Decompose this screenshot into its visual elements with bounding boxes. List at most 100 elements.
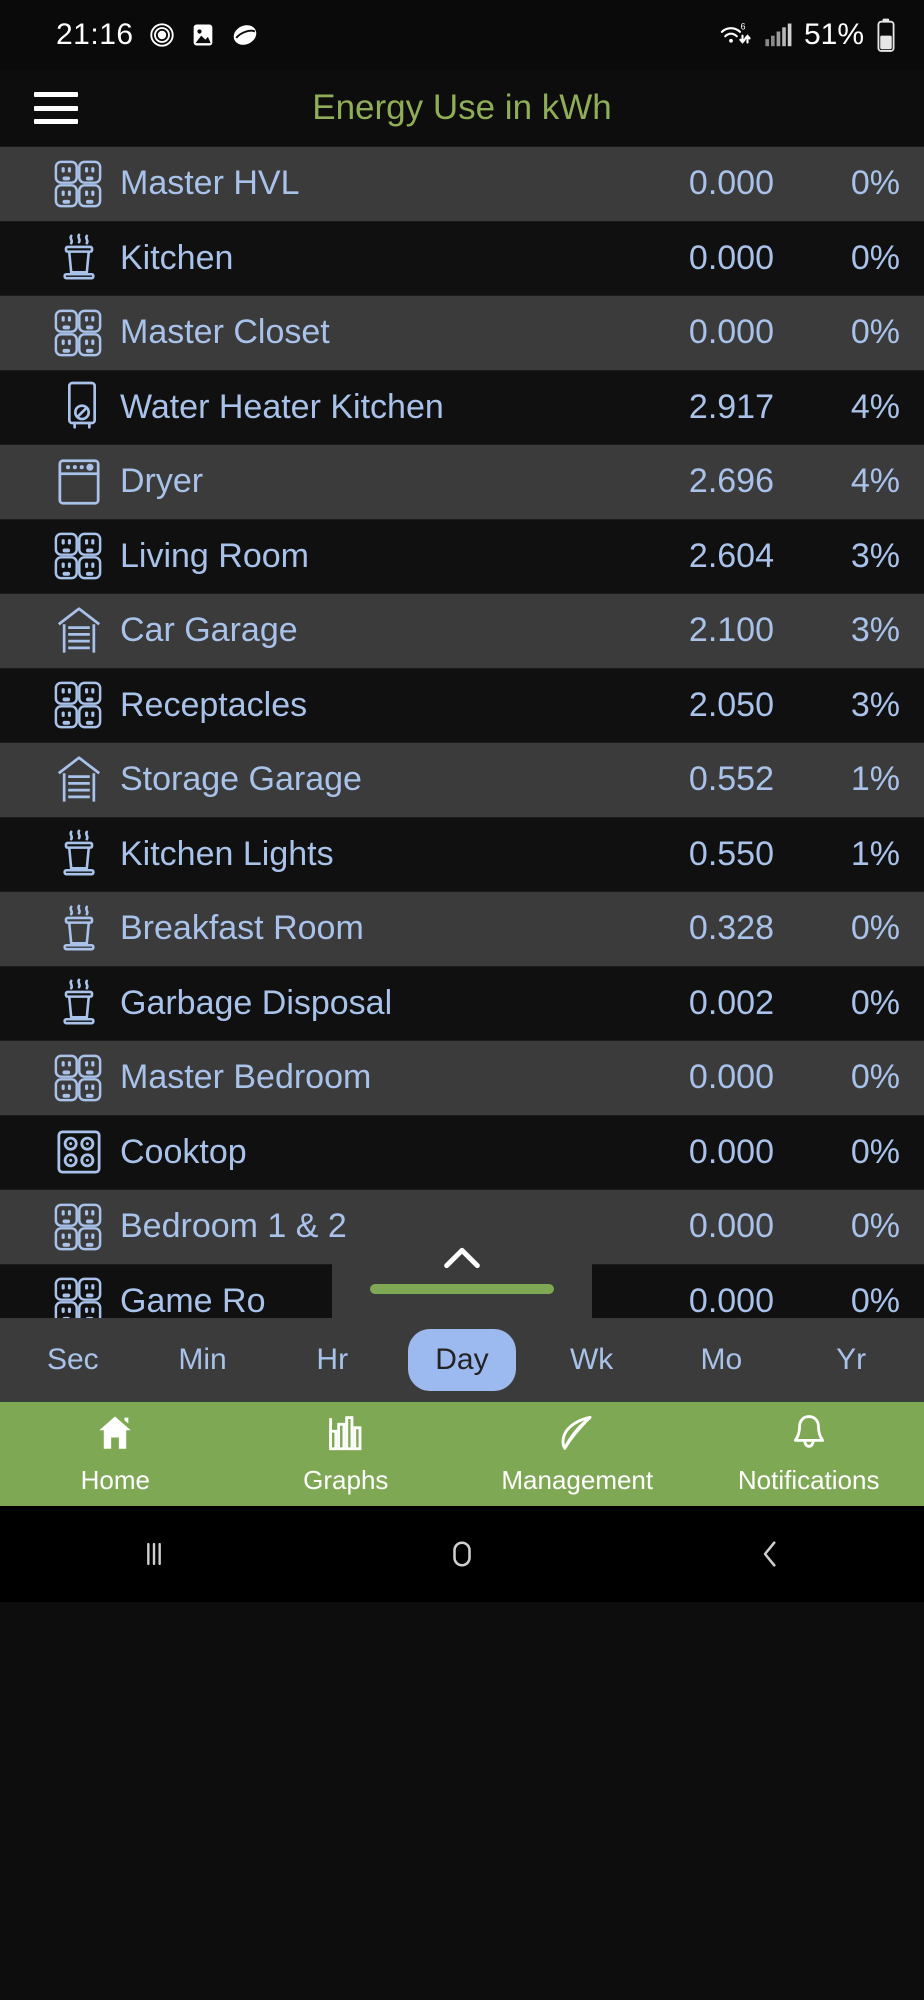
- row-percent: 0%: [850, 1132, 900, 1171]
- table-row[interactable]: Cooktop 0.000 0%: [0, 1114, 924, 1189]
- nav-item-label: Management: [501, 1465, 654, 1495]
- table-row[interactable]: Breakfast Room 0.328 0%: [0, 891, 924, 966]
- garage-icon: [0, 604, 120, 658]
- table-row[interactable]: Receptacles 2.050 3%: [0, 667, 924, 742]
- status-bar: 21:16 6 51%: [0, 0, 924, 70]
- period-option-sec[interactable]: Sec: [19, 1329, 127, 1391]
- row-value: 0.000: [688, 313, 774, 352]
- bar-chart-icon: [325, 1412, 367, 1459]
- photo-icon: [190, 21, 216, 49]
- nav-item-management[interactable]: Management: [501, 1412, 653, 1496]
- drag-handle[interactable]: [332, 1238, 592, 1318]
- chevron-up-icon[interactable]: [439, 1242, 485, 1278]
- table-row[interactable]: Master Closet 0.000 0%: [0, 295, 924, 370]
- period-option-yr[interactable]: Yr: [797, 1329, 905, 1391]
- row-label: Master Bedroom: [120, 1058, 372, 1097]
- battery-icon: [876, 18, 896, 52]
- hamburger-bar-2: [34, 105, 78, 111]
- table-row[interactable]: Storage Garage 0.552 1%: [0, 742, 924, 817]
- steam-pot-icon: [0, 828, 120, 880]
- water-heater-icon: [0, 379, 120, 435]
- row-percent: 0%: [850, 164, 900, 203]
- row-value: 2.050: [688, 685, 774, 724]
- quad-outlet-icon: [0, 1275, 120, 1318]
- row-value: 0.000: [688, 164, 774, 203]
- row-label: Kitchen: [120, 238, 234, 277]
- period-option-min[interactable]: Min: [149, 1329, 257, 1391]
- row-percent: 0%: [850, 909, 900, 948]
- dryer-icon: [0, 456, 120, 508]
- android-system-nav: [0, 1506, 924, 1602]
- wifi-icon: 6: [718, 20, 752, 50]
- battery-percent-label: 51%: [803, 18, 864, 51]
- row-percent: 3%: [850, 536, 900, 575]
- row-percent: 4%: [850, 462, 900, 501]
- svg-text:6: 6: [741, 21, 746, 31]
- home-icon: [94, 1412, 136, 1459]
- table-row[interactable]: Water Heater Kitchen 2.917 4%: [0, 369, 924, 444]
- nav-item-label: Graphs: [303, 1465, 389, 1495]
- row-percent: 0%: [850, 1281, 900, 1318]
- fingerprint-icon: [148, 21, 176, 49]
- period-option-mo[interactable]: Mo: [667, 1329, 775, 1391]
- period-option-day[interactable]: Day: [407, 1329, 516, 1391]
- nav-item-notifications[interactable]: Notifications: [734, 1412, 884, 1496]
- row-value: 0.552: [688, 760, 774, 799]
- drag-handle-bar[interactable]: [370, 1284, 554, 1294]
- recents-icon[interactable]: [94, 1537, 214, 1571]
- table-row[interactable]: Dryer 2.696 4%: [0, 444, 924, 519]
- row-percent: 0%: [850, 1058, 900, 1097]
- nav-item-graphs[interactable]: Graphs: [271, 1412, 421, 1496]
- nav-item-home[interactable]: Home: [40, 1412, 190, 1496]
- period-option-hr[interactable]: Hr: [278, 1329, 386, 1391]
- row-value: 2.100: [688, 611, 774, 650]
- app-header: Energy Use in kWh: [0, 70, 924, 146]
- quad-outlet-icon: [0, 1201, 120, 1253]
- row-label: Receptacles: [120, 685, 308, 724]
- row-percent: 0%: [850, 983, 900, 1022]
- hamburger-menu-icon[interactable]: [34, 92, 78, 124]
- status-bar-left: 21:16: [56, 18, 260, 52]
- period-option-wk[interactable]: Wk: [538, 1329, 646, 1391]
- bell-icon: [788, 1412, 830, 1459]
- table-row[interactable]: Master Bedroom 0.000 0%: [0, 1040, 924, 1115]
- quad-outlet-icon: [0, 679, 120, 731]
- row-label: Cooktop: [120, 1132, 247, 1171]
- nav-item-label: Notifications: [737, 1465, 880, 1495]
- steam-pot-icon: [0, 232, 120, 284]
- energy-usage-list[interactable]: Master HVL 0.000 0% Kitchen 0.000 0% Mas…: [0, 146, 924, 1318]
- row-value: 2.604: [688, 536, 774, 575]
- row-label: Living Room: [120, 536, 309, 575]
- page-title: Energy Use in kWh: [312, 88, 612, 127]
- row-value: 0.000: [688, 1281, 774, 1318]
- steam-pot-icon: [0, 903, 120, 955]
- row-label: Storage Garage: [120, 760, 362, 799]
- row-label: Water Heater Kitchen: [120, 387, 444, 426]
- row-percent: 3%: [850, 611, 900, 650]
- back-icon[interactable]: [710, 1537, 830, 1571]
- table-row[interactable]: Master HVL 0.000 0%: [0, 146, 924, 221]
- status-bar-right: 6 51%: [718, 18, 896, 52]
- row-percent: 4%: [850, 387, 900, 426]
- table-row[interactable]: Kitchen Lights 0.550 1%: [0, 816, 924, 891]
- row-value: 0.002: [688, 983, 774, 1022]
- row-percent: 1%: [850, 760, 900, 799]
- table-row[interactable]: Garbage Disposal 0.002 0%: [0, 965, 924, 1040]
- table-row[interactable]: Car Garage 2.100 3%: [0, 593, 924, 668]
- bottom-navigation[interactable]: Home Graphs Management Notifications: [0, 1402, 924, 1506]
- table-row[interactable]: Living Room 2.604 3%: [0, 518, 924, 593]
- row-label: Kitchen Lights: [120, 834, 334, 873]
- quad-outlet-icon: [0, 530, 120, 582]
- cellular-signal-icon: [764, 22, 792, 48]
- row-percent: 0%: [850, 313, 900, 352]
- row-label: Dryer: [120, 462, 204, 501]
- row-value: 0.000: [688, 1058, 774, 1097]
- row-value: 0.000: [688, 1207, 774, 1246]
- status-clock: 21:16: [56, 18, 134, 51]
- table-row[interactable]: Kitchen 0.000 0%: [0, 220, 924, 295]
- nav-item-label: Home: [80, 1465, 150, 1495]
- leaf-icon: [556, 1412, 598, 1459]
- row-value: 2.696: [688, 462, 774, 501]
- period-selector[interactable]: Sec Min Hr Day Wk Mo Yr: [0, 1318, 924, 1402]
- home-circle-icon[interactable]: [402, 1536, 522, 1572]
